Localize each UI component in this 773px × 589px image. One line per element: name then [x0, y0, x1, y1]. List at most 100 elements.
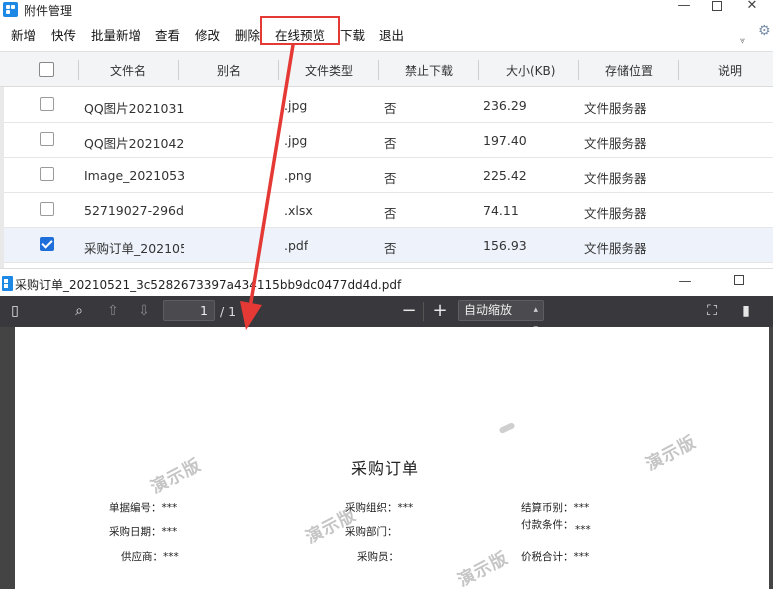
zoom-select[interactable]: 自动缩放 ▴▾: [458, 300, 544, 334]
app-icon: [3, 2, 18, 17]
menu-download[interactable]: 下载: [340, 25, 365, 43]
gear-icon[interactable]: ⚙: [758, 23, 771, 39]
title-bar: 附件管理 — ✕: [0, 0, 773, 19]
maximize-icon: [712, 1, 722, 11]
attachment-table: 文件名 别名 文件类型 禁止下载 大小(KB) 存储位置 说明 QQ图片2021…: [0, 51, 773, 268]
cell-location: 文件服务器: [584, 241, 647, 256]
watermark: 演示版: [147, 455, 205, 499]
row-checkbox-checked[interactable]: [40, 237, 54, 251]
fullscreen-icon[interactable]: ⛶: [703, 302, 721, 320]
minimize-button[interactable]: —: [669, 0, 699, 14]
watermark: 演示版: [302, 505, 360, 549]
col-alias[interactable]: 别名: [217, 62, 241, 79]
table-row[interactable]: Image_20210531 .png 否 225.42 文件服务器: [4, 158, 773, 193]
menu-bar: 新增 快传 批量新增 查看 修改 删除 在线预览 下载 退出: [0, 20, 773, 46]
cell-size: 74.11: [483, 203, 519, 218]
field-buyer: 采购员：: [357, 551, 399, 563]
cell-filename: 52719027-296d-: [84, 203, 184, 218]
field-purchase-date: 采购日期：***: [109, 526, 178, 538]
table-row-selected[interactable]: 采购订单_202105 .pdf 否 156.93 文件服务器: [4, 228, 773, 263]
cell-location: 文件服务器: [584, 136, 647, 151]
cell-location: 文件服务器: [584, 206, 647, 221]
cell-nodownload: 否: [384, 136, 397, 151]
page-total: / 1: [220, 304, 237, 319]
col-location[interactable]: 存储位置: [605, 62, 653, 79]
doc-title: 采购订单: [351, 459, 420, 478]
pdf-viewport[interactable]: 采购订单 单据编号：*** 采购日期：*** 供应商：*** 采购组织：*** …: [0, 327, 773, 589]
cell-nodownload: 否: [384, 206, 397, 221]
maximize-button[interactable]: [724, 274, 754, 290]
menu-exit[interactable]: 退出: [379, 25, 404, 43]
app-icon: [2, 276, 13, 291]
menu-view[interactable]: 查看: [155, 25, 180, 43]
search-icon[interactable]: ⌕: [70, 302, 88, 320]
cell-location: 文件服务器: [584, 101, 647, 116]
col-note[interactable]: 说明: [718, 62, 742, 79]
cell-filetype: .png: [284, 168, 312, 183]
select-all-checkbox[interactable]: [39, 62, 54, 77]
row-checkbox[interactable]: [40, 132, 54, 146]
cell-filetype: .pdf: [284, 238, 309, 253]
cell-nodownload: 否: [384, 241, 397, 256]
bookmark-icon[interactable]: ▮: [737, 302, 755, 320]
cell-size: 236.29: [483, 98, 527, 113]
cell-filetype: .jpg: [284, 133, 308, 148]
page-number-input[interactable]: 1: [163, 300, 215, 321]
table-row[interactable]: QQ图片2021031 .jpg 否 236.29 文件服务器: [4, 88, 773, 123]
menu-add[interactable]: 新增: [11, 25, 36, 43]
row-checkbox[interactable]: [40, 202, 54, 216]
pdf-window-title: 采购订单_20210521_3c5282673397a434115bb9dc04…: [15, 278, 402, 292]
cell-filetype: .jpg: [284, 98, 308, 113]
field-currency: 结算币别：***: [521, 502, 590, 514]
table-header: 文件名 别名 文件类型 禁止下载 大小(KB) 存储位置 说明: [0, 51, 773, 87]
zoom-in-icon[interactable]: +: [431, 302, 449, 320]
prev-page-icon[interactable]: ⇧: [104, 302, 122, 320]
cell-filename: Image_20210531: [84, 168, 184, 183]
minimize-button[interactable]: —: [670, 274, 700, 290]
col-filetype[interactable]: 文件类型: [305, 62, 353, 79]
menu-quick-upload[interactable]: 快传: [51, 25, 76, 43]
field-doc-number: 单据编号：***: [109, 502, 178, 514]
maximize-button[interactable]: [702, 0, 732, 14]
pdf-page: 采购订单 单据编号：*** 采购日期：*** 供应商：*** 采购组织：*** …: [15, 327, 769, 589]
pdf-title-bar: 采购订单_20210521_3c5282673397a434115bb9dc04…: [0, 268, 773, 296]
cell-location: 文件服务器: [584, 171, 647, 186]
next-page-icon[interactable]: ⇩: [135, 302, 153, 320]
menu-edit[interactable]: 修改: [195, 25, 220, 43]
cell-filename: QQ图片2021042: [84, 136, 184, 151]
cell-size: 156.93: [483, 238, 527, 253]
field-payment-terms-value: ***: [575, 524, 591, 536]
watermark: 演示版: [642, 432, 700, 476]
cell-filename: QQ图片2021031: [84, 101, 184, 116]
close-button[interactable]: ✕: [737, 0, 767, 14]
pdf-preview-window: 采购订单_20210521_3c5282673397a434115bb9dc04…: [0, 268, 773, 589]
field-total-tax: 价税合计：***: [521, 551, 590, 563]
sidebar-toggle-icon[interactable]: ▯: [6, 302, 24, 320]
pdf-toolbar: ▯ ⌕ ⇧ ⇩ 1 / 1 − + 自动缩放 ▴▾ ⛶ ▮: [0, 296, 773, 334]
zoom-value: 自动缩放: [464, 303, 513, 317]
cell-filetype: .xlsx: [284, 203, 313, 218]
field-payment-terms: 付款条件：: [521, 519, 574, 531]
col-nodownload[interactable]: 禁止下载: [405, 62, 453, 79]
table-row[interactable]: 52719027-296d- .xlsx 否 74.11 文件服务器: [4, 193, 773, 228]
row-checkbox[interactable]: [40, 97, 54, 111]
row-checkbox[interactable]: [40, 167, 54, 181]
col-filename[interactable]: 文件名: [110, 62, 146, 79]
menu-batch-add[interactable]: 批量新增: [91, 25, 141, 43]
menu-delete[interactable]: 删除: [235, 25, 260, 43]
field-purchase-org: 采购组织：***: [345, 502, 414, 514]
highlight-box: [260, 16, 340, 45]
filter-icon[interactable]: ⩔: [740, 36, 745, 46]
window-title: 附件管理: [24, 4, 73, 18]
col-size[interactable]: 大小(KB): [506, 62, 555, 79]
cell-nodownload: 否: [384, 171, 397, 186]
attachment-manager-window: 附件管理 — ✕ 新增 快传 批量新增 查看 修改 删除 在线预览 下载 退出 …: [0, 0, 773, 268]
zoom-out-icon[interactable]: −: [400, 302, 418, 320]
field-supplier: 供应商：***: [121, 551, 179, 563]
table-row[interactable]: QQ图片2021042 .jpg 否 197.40 文件服务器: [4, 123, 773, 158]
maximize-icon: [734, 275, 744, 285]
cell-size: 225.42: [483, 168, 527, 183]
watermark: 演示版: [454, 548, 512, 589]
cell-nodownload: 否: [384, 101, 397, 116]
cell-filename: 采购订单_202105: [84, 241, 184, 256]
